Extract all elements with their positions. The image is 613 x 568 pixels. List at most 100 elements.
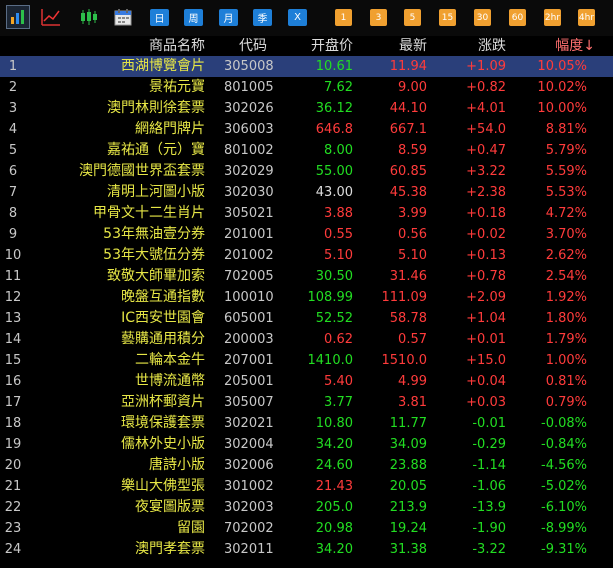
row-change: +4.01 [466,101,506,116]
table-row[interactable]: 1 西湖博覽會片 305008 10.61 11.94 +1.09 10.05% [0,56,613,77]
line-chart-view-button[interactable] [40,7,62,27]
table-row[interactable]: 18 環境保護套票 302021 10.80 11.77 -0.01 -0.08% [0,413,613,434]
row-name: 樂山大佛型張 [121,478,205,494]
row-code: 302006 [224,458,274,473]
row-open: 30.50 [315,269,353,284]
row-amplitude: 5.59% [545,164,587,179]
row-name: 網絡門牌片 [135,121,205,137]
hour-4-button[interactable]: 4hr [578,9,595,26]
header-amplitude-sorted[interactable]: 幅度↓ [555,36,595,56]
table-row[interactable]: 21 樂山大佛型張 301002 21.43 20.05 -1.06 -5.02% [0,476,613,497]
row-amplitude: 1.79% [545,332,587,347]
table-row[interactable]: 22 夜宴圖版票 302003 205.0 213.9 -13.9 -6.10% [0,497,613,518]
row-name: 環境保護套票 [121,415,205,431]
row-index: 11 [4,269,22,284]
row-amplitude: 1.00% [545,353,587,368]
row-amplitude: -0.08% [541,416,587,431]
row-amplitude: -9.31% [541,542,587,557]
row-code: 302026 [224,101,274,116]
row-name: 嘉祐通（元）寶 [107,142,205,158]
table-row[interactable]: 6 澳門德國世界盃套票 302029 55.00 60.85 +3.22 5.59% [0,161,613,182]
row-open: 10.61 [315,59,353,74]
row-name: IC西安世園會 [121,310,205,326]
period-day-button[interactable]: 日 [150,9,169,26]
row-open: 10.80 [315,416,353,431]
table-row[interactable]: 3 澳門林則徐套票 302026 36.12 44.10 +4.01 10.00% [0,98,613,119]
minute-60-button[interactable]: 60 [509,9,526,26]
table-row[interactable]: 16 世博流通幣 205001 5.40 4.99 +0.04 0.81% [0,371,613,392]
table-row[interactable]: 9 53年無油壹分券 201001 0.55 0.56 +0.02 3.70% [0,224,613,245]
row-open: 5.40 [324,374,353,389]
row-name: 西湖博覽會片 [121,58,205,74]
row-open: 3.77 [324,395,353,410]
table-row[interactable]: 4 網絡門牌片 306003 646.8 667.1 +54.0 8.81% [0,119,613,140]
table-row[interactable]: 2 景祐元寶 801005 7.62 9.00 +0.82 10.02% [0,77,613,98]
row-change: +0.13 [466,248,506,263]
row-change: +0.01 [466,332,506,347]
bar-chart-view-button[interactable] [6,5,30,29]
header-open[interactable]: 开盘价 [311,36,353,56]
table-row[interactable]: 14 藝購通用積分 200003 0.62 0.57 +0.01 1.79% [0,329,613,350]
period-x-button[interactable]: X [288,9,307,26]
minute-30-button[interactable]: 30 [474,9,491,26]
table-row[interactable]: 13 IC西安世園會 605001 52.52 58.78 +1.04 1.80% [0,308,613,329]
minute-1-button[interactable]: 1 [335,9,352,26]
row-code: 201001 [224,227,274,242]
row-amplitude: 10.02% [537,80,587,95]
table-row[interactable]: 10 53年大號伍分券 201002 5.10 5.10 +0.13 2.62% [0,245,613,266]
table-row[interactable]: 19 儒林外史小版 302004 34.20 34.09 -0.29 -0.84% [0,434,613,455]
table-row[interactable]: 23 留園 702002 20.98 19.24 -1.90 -8.99% [0,518,613,539]
row-amplitude: 10.05% [537,59,587,74]
header-change[interactable]: 涨跌 [478,36,506,56]
row-name: 藝購通用積分 [121,331,205,347]
table-row[interactable]: 20 唐詩小版 302006 24.60 23.88 -1.14 -4.56% [0,455,613,476]
table-row[interactable]: 15 二輪本金牛 207001 1410.0 1510.0 +15.0 1.00% [0,350,613,371]
row-change: +0.03 [466,395,506,410]
period-week-button[interactable]: 周 [184,9,203,26]
row-open: 43.00 [315,185,353,200]
period-month-button[interactable]: 月 [219,9,238,26]
row-open: 646.8 [315,122,353,137]
minute-3-button[interactable]: 3 [370,9,387,26]
row-amplitude: 1.92% [545,290,587,305]
row-amplitude: 4.72% [545,206,587,221]
table-row[interactable]: 5 嘉祐通（元）寶 801002 8.00 8.59 +0.47 5.79% [0,140,613,161]
table-row[interactable]: 12 晚盤互通指數 100010 108.99 111.09 +2.09 1.92% [0,287,613,308]
row-index: 14 [4,332,22,347]
table-row[interactable]: 7 清明上河圖小版 302030 43.00 45.38 +2.38 5.53% [0,182,613,203]
row-index: 4 [8,122,18,137]
table-row[interactable]: 8 甲骨文十二生肖片 305021 3.88 3.99 +0.18 4.72% [0,203,613,224]
header-name[interactable]: 商品名称 [149,36,205,56]
minute-5-button[interactable]: 5 [404,9,421,26]
row-code: 302003 [224,500,274,515]
row-name: 留園 [177,520,205,536]
row-name: 儒林外史小版 [121,436,205,452]
row-index: 5 [8,143,18,158]
row-code: 302011 [224,542,274,557]
row-code: 205001 [224,374,274,389]
header-code[interactable]: 代码 [239,36,267,56]
row-index: 7 [8,185,18,200]
calendar-button[interactable] [113,7,133,27]
table-row[interactable]: 24 澳門孝套票 302011 34.20 31.38 -3.22 -9.31% [0,539,613,560]
minute-15-button[interactable]: 15 [439,9,456,26]
row-amplitude: 8.81% [545,122,587,137]
row-open: 0.62 [324,332,353,347]
candlestick-view-button[interactable] [78,7,100,27]
row-change: +0.04 [466,374,506,389]
row-latest: 111.09 [381,290,428,305]
row-latest: 4.99 [398,374,427,389]
row-index: 6 [8,164,18,179]
line-chart-icon [41,9,60,26]
row-open: 20.98 [315,521,353,536]
row-code: 302030 [224,185,274,200]
table-row[interactable]: 17 亞洲杯郵資片 305007 3.77 3.81 +0.03 0.79% [0,392,613,413]
row-change: +0.78 [466,269,506,284]
row-open: 5.10 [324,248,353,263]
table-row[interactable]: 11 致敬大師畢加索 702005 30.50 31.46 +0.78 2.54% [0,266,613,287]
row-change: -0.29 [472,437,506,452]
row-open: 205.0 [315,500,353,515]
header-latest[interactable]: 最新 [399,36,427,56]
hour-2-button[interactable]: 2hr [544,9,561,26]
period-quarter-button[interactable]: 季 [253,9,272,26]
